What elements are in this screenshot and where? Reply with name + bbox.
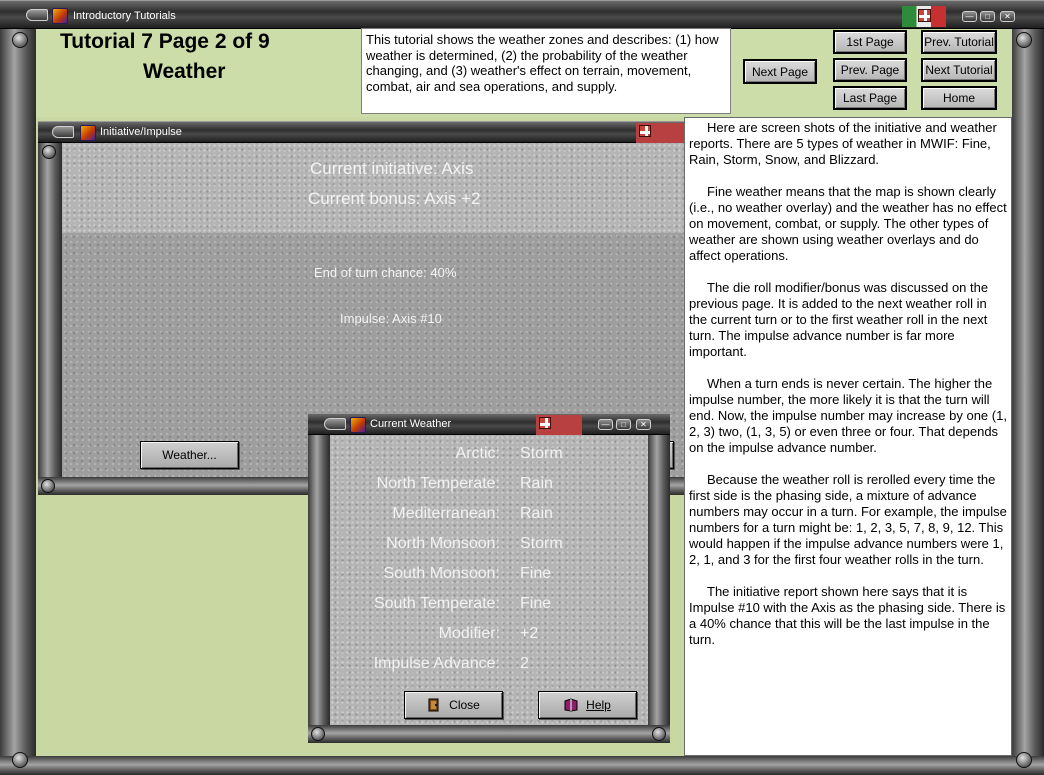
text-paragraph: Because the weather roll is rerolled eve… [689,472,1007,567]
maximize-button[interactable]: □ [980,11,995,22]
first-page-button[interactable]: 1st Page [833,30,907,54]
zone-label-south-monsoon: South Monsoon: [383,565,500,582]
bottom-frame [0,756,1044,775]
close-door-icon [427,698,441,712]
dialog-left-frame [38,143,62,495]
german-flag-icon [918,9,931,22]
zone-value-south-temperate: Fine [520,595,552,612]
close-dialog-button[interactable]: Close [404,691,503,719]
page-subtitle: Weather [143,60,226,83]
help-button-label: Help [586,698,611,712]
left-frame [0,29,36,775]
right-frame [1012,29,1044,775]
weather-button[interactable]: Weather... [140,441,239,469]
current-initiative: Current initiative: Axis [310,159,474,178]
next-tutorial-button[interactable]: Next Tutorial [921,58,997,82]
home-button[interactable]: Home [921,86,997,110]
weather-dialog-title: Current Weather [370,418,452,430]
text-paragraph: The initiative report shown here says th… [689,584,1006,647]
impulse-label: Impulse: Axis #10 [340,311,442,326]
zone-label-north-monsoon: North Monsoon: [386,535,500,552]
main-title-bar: Introductory Tutorials — □ ✕ [0,0,1044,29]
tutorial-description: This tutorial shows the weather zones an… [361,28,731,114]
modifier-value: +2 [520,625,539,642]
impulse-advance-value: 2 [520,655,529,672]
current-bonus: Current bonus: Axis +2 [308,189,481,208]
frame-rivet [1016,752,1032,768]
frame-rivet [1016,32,1032,48]
prev-tutorial-button[interactable]: Prev. Tutorial [921,30,997,54]
text-paragraph: The die roll modifier/bonus was discusse… [689,280,989,359]
minimize-button[interactable]: — [962,11,977,22]
app-icon [52,8,68,24]
zone-label-north-temperate: North Temperate: [376,475,500,492]
initiative-title-bar: Initiative/Impulse [38,121,684,143]
frame-rivet [12,752,28,768]
zone-value-mediterranean: Rain [520,505,553,522]
frame-rivet [12,32,28,48]
minimize-button[interactable]: — [598,419,613,430]
german-flag-icon [639,125,651,137]
zone-label-south-temperate: South Temperate: [373,595,500,612]
dialog-menu-icon[interactable] [52,126,74,138]
window-menu-icon[interactable] [26,9,48,21]
help-button[interactable]: Help [538,691,637,719]
next-page-button[interactable]: Next Page [743,59,817,84]
help-book-icon [564,698,578,712]
impulse-advance-label: Impulse Advance: [373,655,500,672]
frame-rivet [41,479,55,493]
zone-label-mediterranean: Mediterranean: [392,505,500,522]
app-icon [80,125,96,141]
close-button[interactable]: ✕ [636,419,651,430]
maximize-button[interactable]: □ [616,419,631,430]
app-icon [350,417,366,433]
zone-label-arctic: Arctic: [455,445,500,462]
text-paragraph: Fine weather means that the map is shown… [689,184,1007,263]
initiative-top-area [62,143,684,233]
dialog-bottom-frame [308,725,670,743]
modifier-label: Modifier: [438,625,500,642]
frame-rivet [311,727,325,741]
window-title: Introductory Tutorials [73,10,176,22]
prev-page-button[interactable]: Prev. Page [833,58,907,82]
german-flag-icon [539,417,551,429]
frame-rivet [42,145,56,159]
tutorial-text-panel: Here are screen shots of the initiative … [684,117,1012,756]
weather-dialog: Current Weather — □ ✕ Arctic: Storm Nort… [308,413,670,743]
page-title: Tutorial 7 Page 2 of 9 [60,30,270,53]
zone-value-north-temperate: Rain [520,475,553,492]
dialog-menu-icon[interactable] [324,418,346,430]
initiative-dialog-title: Initiative/Impulse [100,126,182,138]
frame-rivet [652,727,666,741]
last-page-button[interactable]: Last Page [833,86,907,110]
end-of-turn-chance: End of turn chance: 40% [314,265,457,280]
zone-value-arctic: Storm [520,445,563,462]
zone-value-south-monsoon: Fine [520,565,552,582]
weather-title-bar: Current Weather — □ ✕ [308,413,670,435]
text-paragraph: When a turn ends is never certain. The h… [689,376,1007,455]
close-button-label: Close [449,698,480,712]
close-button[interactable]: ✕ [1000,11,1015,22]
dialog-right-frame [648,435,670,743]
zone-value-north-monsoon: Storm [520,535,563,552]
text-paragraph: Here are screen shots of the initiative … [689,120,997,167]
